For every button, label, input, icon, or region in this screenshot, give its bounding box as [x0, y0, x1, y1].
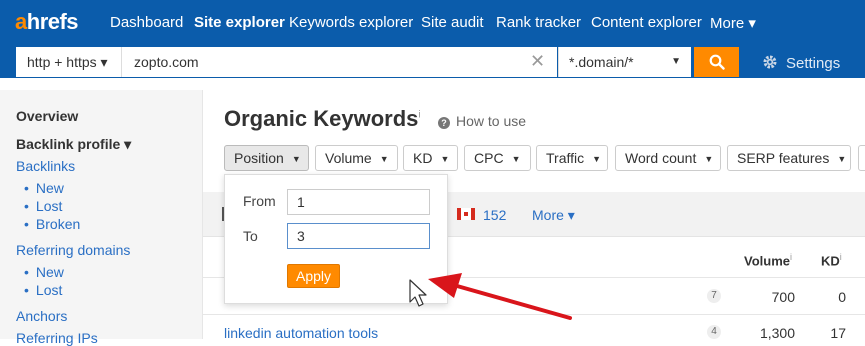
filter-cpc[interactable]: CPC ▼ — [464, 145, 531, 171]
clear-icon[interactable]: ✕ — [530, 52, 545, 70]
from-label: From — [243, 193, 276, 209]
chevron-down-icon: ▼ — [379, 154, 389, 164]
volume-cell: 700 — [771, 289, 795, 305]
canada-flag-icon[interactable] — [457, 208, 475, 220]
chevron-down-icon: ▼ — [440, 154, 450, 164]
apply-button[interactable]: Apply — [287, 264, 340, 288]
country-count[interactable]: 152 — [483, 207, 506, 223]
sidebar-backlinks-new[interactable]: New — [24, 180, 64, 196]
position-badge: 7 — [707, 289, 721, 303]
how-to-use-link[interactable]: ? How to use — [438, 113, 526, 129]
search-icon — [709, 54, 725, 70]
sidebar-referring-domains[interactable]: Referring domains — [16, 242, 130, 258]
to-label: To — [243, 228, 258, 244]
column-kd[interactable]: KDi — [821, 252, 842, 268]
filter-position[interactable]: Position ▼ — [224, 145, 309, 171]
to-input[interactable] — [287, 223, 430, 249]
nav-rank-tracker[interactable]: Rank tracker — [496, 14, 581, 31]
sidebar-anchors[interactable]: Anchors — [16, 308, 67, 324]
sidebar-referring-lost[interactable]: Lost — [24, 282, 62, 298]
sidebar-backlinks-broken[interactable]: Broken — [24, 216, 80, 232]
sidebar-referring-new[interactable]: New — [24, 264, 64, 280]
protocol-select[interactable]: http + https ▾ — [16, 47, 122, 77]
info-icon[interactable]: i — [418, 110, 420, 121]
filter-word-count[interactable]: Word count ▼ — [615, 145, 721, 171]
nav-site-audit[interactable]: Site audit — [421, 14, 484, 31]
sidebar-backlinks[interactable]: Backlinks — [16, 158, 75, 174]
page-title: Organic Keywordsi — [224, 106, 421, 131]
nav-content-explorer[interactable]: Content explorer — [591, 14, 702, 31]
sidebar-overview[interactable]: Overview — [16, 108, 78, 124]
sidebar-referring-ips[interactable]: Referring IPs — [16, 330, 98, 346]
top-navbar: ahrefs Dashboard Site explorer Keywords … — [0, 0, 865, 44]
position-badge: 4 — [707, 325, 721, 339]
more-countries-button[interactable]: More ▾ — [532, 207, 575, 224]
filter-volume[interactable]: Volume ▼ — [315, 145, 398, 171]
from-input[interactable] — [287, 189, 430, 215]
sidebar-backlink-profile[interactable]: Backlink profile ▾ — [16, 136, 131, 153]
nav-more[interactable]: More ▾ — [710, 14, 756, 32]
chevron-down-icon: ▼ — [837, 154, 847, 164]
kd-cell: 0 — [838, 289, 846, 305]
chevron-down-icon: ▼ — [511, 154, 521, 164]
mode-select[interactable]: *.domain/* ▼ — [558, 47, 691, 77]
chevron-down-icon: ▼ — [291, 154, 301, 164]
mouse-cursor-icon — [409, 279, 427, 307]
annotation-arrow — [409, 273, 572, 320]
chevron-down-icon: ▼ — [592, 154, 602, 164]
url-input[interactable] — [122, 47, 557, 77]
filter-serp-features[interactable]: SERP features ▼ — [727, 145, 851, 171]
nav-site-explorer[interactable]: Site explorer — [194, 14, 285, 31]
chevron-down-icon: ▼ — [704, 154, 714, 164]
settings-button[interactable]: Settings — [762, 54, 840, 72]
filter-more[interactable] — [858, 145, 865, 171]
sidebar — [0, 90, 203, 339]
column-volume[interactable]: Volumei — [744, 252, 792, 268]
search-bar: http + https ▾ ✕ *.domain/*▼ Settings — [0, 44, 865, 78]
nav-dashboard[interactable]: Dashboard — [110, 14, 183, 31]
sidebar-backlinks-lost[interactable]: Lost — [24, 198, 62, 214]
filter-traffic[interactable]: Traffic ▼ — [536, 145, 608, 171]
chevron-down-icon: ▼ — [671, 56, 681, 67]
search-button[interactable] — [694, 47, 739, 77]
filter-kd[interactable]: KD ▼ — [403, 145, 458, 171]
question-icon: ? — [438, 117, 450, 129]
gear-icon — [763, 55, 777, 69]
ahrefs-logo[interactable]: ahrefs — [15, 9, 79, 35]
nav-keywords-explorer[interactable]: Keywords explorer — [289, 14, 413, 31]
